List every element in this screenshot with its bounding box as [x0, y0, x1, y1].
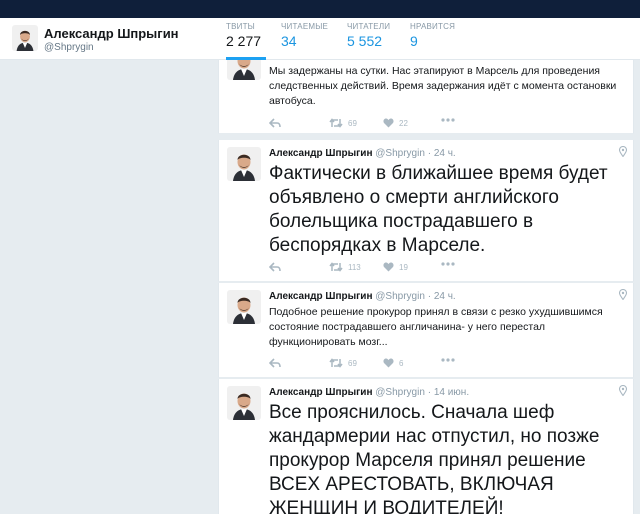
reply-icon [269, 358, 281, 368]
tweet-item[interactable]: Александр Шпрыгин @Shprygin · 24 ч. Факт… [218, 140, 634, 282]
tweet-author-name[interactable]: Александр Шпрыгин [269, 387, 373, 398]
retweet-button[interactable]: 113 [329, 262, 361, 272]
more-button[interactable] [441, 358, 455, 362]
retweet-icon [329, 262, 343, 272]
tweet-text: Подобное решение прокурор принял в связи… [269, 306, 603, 348]
tweet-author-handle[interactable]: @Shprygin [375, 291, 425, 302]
more-icon [441, 118, 455, 122]
more-button[interactable] [441, 118, 455, 122]
stat-label: НРАВИТСЯ [410, 22, 456, 31]
reply-icon [269, 118, 281, 128]
stat-label: ЧИТАТЕЛИ [347, 22, 391, 31]
more-icon [441, 262, 455, 266]
tweet-header: Александр Шпрыгин @Shprygin · 24 ч. [269, 291, 456, 302]
stat-following[interactable]: ЧИТАЕМЫЕ 34 [281, 22, 331, 60]
tweet-header: Александр Шпрыгин @Shprygin · 14 июн. [269, 387, 469, 398]
retweet-count: 69 [348, 118, 357, 128]
tweet-timeline: Мы задержаны на сутки. Нас этапируют в М… [218, 60, 634, 514]
like-count: 19 [399, 262, 408, 272]
retweet-icon [329, 118, 343, 128]
tweet-actions: 69 6 [269, 358, 469, 372]
profile-header: Александр Шпрыгин @Shprygin ТВИТЫ 2 277 … [0, 18, 640, 60]
location-pin-icon[interactable] [619, 146, 627, 157]
profile-avatar[interactable] [12, 25, 38, 51]
heart-icon [383, 118, 394, 128]
tweet-timestamp[interactable]: 14 июн. [434, 387, 469, 398]
stat-value: 9 [410, 33, 418, 49]
reply-button[interactable] [269, 262, 281, 272]
tweet-avatar[interactable] [227, 147, 261, 181]
reply-icon [269, 262, 281, 272]
location-pin-icon[interactable] [619, 289, 627, 300]
retweet-button[interactable]: 69 [329, 358, 357, 368]
tweet-text: Все прояснилось. Сначала шеф жандармерии… [269, 402, 600, 514]
tweet-author-name[interactable]: Александр Шпрыгин [269, 291, 373, 302]
retweet-icon [329, 358, 343, 368]
tweet-header: Александр Шпрыгин @Shprygin · 24 ч. [269, 148, 456, 159]
like-count: 22 [399, 118, 408, 128]
stat-likes[interactable]: НРАВИТСЯ 9 [410, 22, 460, 60]
tweet-item[interactable]: Мы задержаны на сутки. Нас этапируют в М… [218, 60, 634, 134]
more-icon [441, 358, 455, 362]
tweet-timestamp[interactable]: 24 ч. [434, 148, 456, 159]
retweet-count: 69 [348, 358, 357, 368]
tweet-item[interactable]: Александр Шпрыгин @Shprygin · 24 ч. Подо… [218, 283, 634, 378]
tweet-item[interactable]: Александр Шпрыгин @Shprygin · 14 июн. Вс… [218, 379, 634, 514]
separator-dot: · [427, 148, 432, 159]
reply-button[interactable] [269, 118, 281, 128]
stat-value: 34 [281, 33, 297, 49]
stat-value: 5 552 [347, 33, 383, 49]
tweet-actions: 113 19 [269, 262, 469, 276]
top-navigation-bar [0, 0, 640, 18]
tweet-author-name[interactable]: Александр Шпрыгин [269, 148, 373, 159]
tweet-timestamp[interactable]: 24 ч. [434, 291, 456, 302]
tweet-text: Фактически в ближайшее время будет объяв… [269, 163, 608, 256]
reply-button[interactable] [269, 358, 281, 368]
separator-dot: · [427, 387, 432, 398]
like-count: 6 [399, 358, 404, 368]
tweet-actions: 69 22 [269, 118, 469, 132]
tweet-avatar[interactable] [227, 386, 261, 420]
stat-value: 2 277 [226, 33, 262, 49]
like-button[interactable]: 6 [383, 358, 403, 368]
stat-tweets[interactable]: ТВИТЫ 2 277 [226, 22, 266, 60]
tweet-avatar[interactable] [227, 60, 261, 80]
stat-label: ЧИТАЕМЫЕ [281, 22, 329, 31]
separator-dot: · [427, 291, 432, 302]
tweet-author-handle[interactable]: @Shprygin [375, 387, 425, 398]
like-button[interactable]: 22 [383, 118, 408, 128]
profile-name[interactable]: Александр Шпрыгин [44, 26, 179, 41]
stat-label: ТВИТЫ [226, 22, 255, 31]
stat-followers[interactable]: ЧИТАТЕЛИ 5 552 [347, 22, 397, 60]
tweet-avatar[interactable] [227, 290, 261, 324]
retweet-count: 113 [348, 262, 361, 272]
location-pin-icon[interactable] [619, 385, 627, 396]
heart-icon [383, 358, 394, 368]
like-button[interactable]: 19 [383, 262, 408, 272]
tweet-text: Мы задержаны на сутки. Нас этапируют в М… [269, 65, 617, 107]
tweet-author-handle[interactable]: @Shprygin [375, 148, 425, 159]
heart-icon [383, 262, 394, 272]
more-button[interactable] [441, 262, 455, 266]
profile-handle: @Shprygin [44, 42, 94, 53]
retweet-button[interactable]: 69 [329, 118, 357, 128]
